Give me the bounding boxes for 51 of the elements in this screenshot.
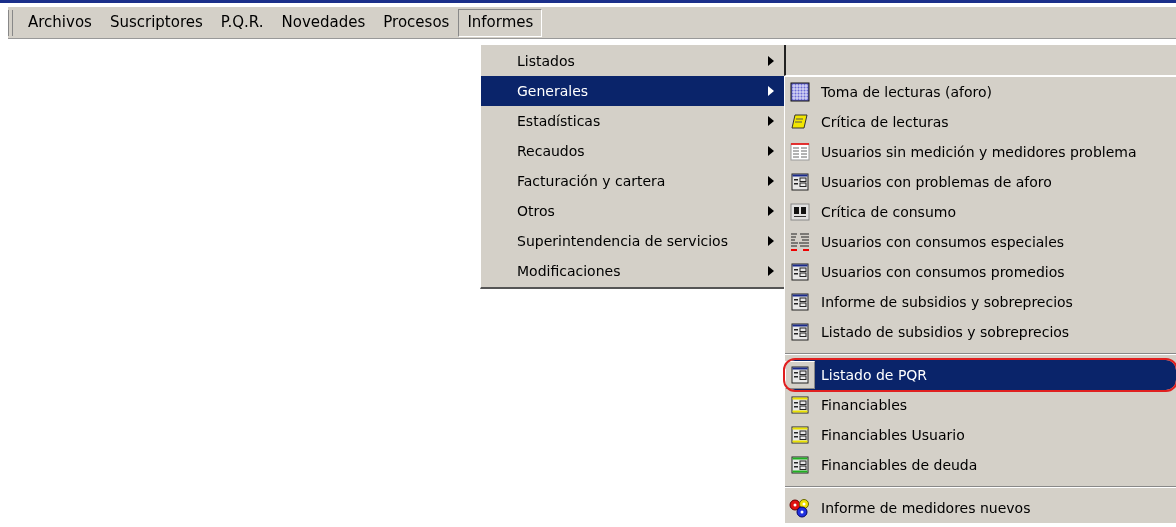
submenu-arrow-icon	[768, 176, 774, 186]
submenu-item[interactable]: Toma de lecturas (aforo)	[785, 77, 1176, 107]
submenu-arrow-icon	[768, 146, 774, 156]
form-icon	[791, 173, 809, 191]
menu-item[interactable]: Recaudos	[481, 136, 784, 166]
submenu-item[interactable]: Crítica de consumo	[785, 197, 1176, 227]
submenu-item[interactable]: Usuarios con problemas de aforo	[785, 167, 1176, 197]
menu-item[interactable]: Modificaciones	[481, 256, 784, 286]
submenu-item[interactable]: Listado de PQR	[785, 360, 1176, 390]
grid-icon	[790, 82, 810, 102]
submenu-item[interactable]: Financiables Usuario	[785, 420, 1176, 450]
menu-bar-item[interactable]: P.Q.R.	[211, 8, 273, 37]
menu-bar-item[interactable]: Archivos	[19, 8, 101, 37]
submenu-item[interactable]: Usuarios con consumos especiales	[785, 227, 1176, 257]
submenu-item[interactable]: Crítica de lecturas	[785, 107, 1176, 137]
form-icon	[791, 396, 809, 414]
menu-item[interactable]: Otros	[481, 196, 784, 226]
menu-item[interactable]: Listados	[481, 46, 784, 76]
list-icon	[790, 142, 810, 162]
menu-bar-item[interactable]: Procesos	[374, 8, 459, 37]
submenu-item[interactable]: Informe de subsidios y sobreprecios	[785, 287, 1176, 317]
submenu-item[interactable]: Financiables de deuda	[785, 450, 1176, 480]
menu-bar-item[interactable]: Novedades	[272, 8, 375, 37]
menu-item[interactable]: Superintendencia de servicios	[481, 226, 784, 256]
scroll-icon	[790, 112, 810, 132]
form-icon	[791, 366, 809, 384]
gears-icon	[789, 498, 811, 518]
form-icon	[791, 426, 809, 444]
submenu-arrow-icon	[768, 206, 774, 216]
form-icon	[791, 456, 809, 474]
columns-icon	[790, 202, 810, 222]
submenu-arrow-icon	[768, 116, 774, 126]
menu-item[interactable]: Generales	[481, 76, 784, 106]
submenu-arrow-icon	[768, 266, 774, 276]
submenu-item[interactable]: Financiables	[785, 390, 1176, 420]
submenu-arrow-icon	[768, 86, 774, 96]
grip-handle[interactable]	[8, 9, 13, 36]
submenu-item[interactable]: Listado de subsidios y sobreprecios	[785, 317, 1176, 347]
form-icon	[791, 263, 809, 281]
submenu-arrow-icon	[768, 236, 774, 246]
form-icon	[791, 323, 809, 341]
lines-icon	[790, 232, 810, 252]
form-icon	[791, 293, 809, 311]
submenu-arrow-icon	[768, 56, 774, 66]
menu-bar-item[interactable]: Informes	[458, 8, 543, 37]
menu-item[interactable]: Estadísticas	[481, 106, 784, 136]
submenu-item[interactable]: Usuarios con consumos promedios	[785, 257, 1176, 287]
submenu-item[interactable]: Informe de medidores nuevos	[785, 493, 1176, 523]
menu-item[interactable]: Facturación y cartera	[481, 166, 784, 196]
submenu-item[interactable]: Usuarios sin medición y medidores problema	[785, 137, 1176, 167]
menu-bar-item[interactable]: Suscriptores	[100, 8, 212, 37]
